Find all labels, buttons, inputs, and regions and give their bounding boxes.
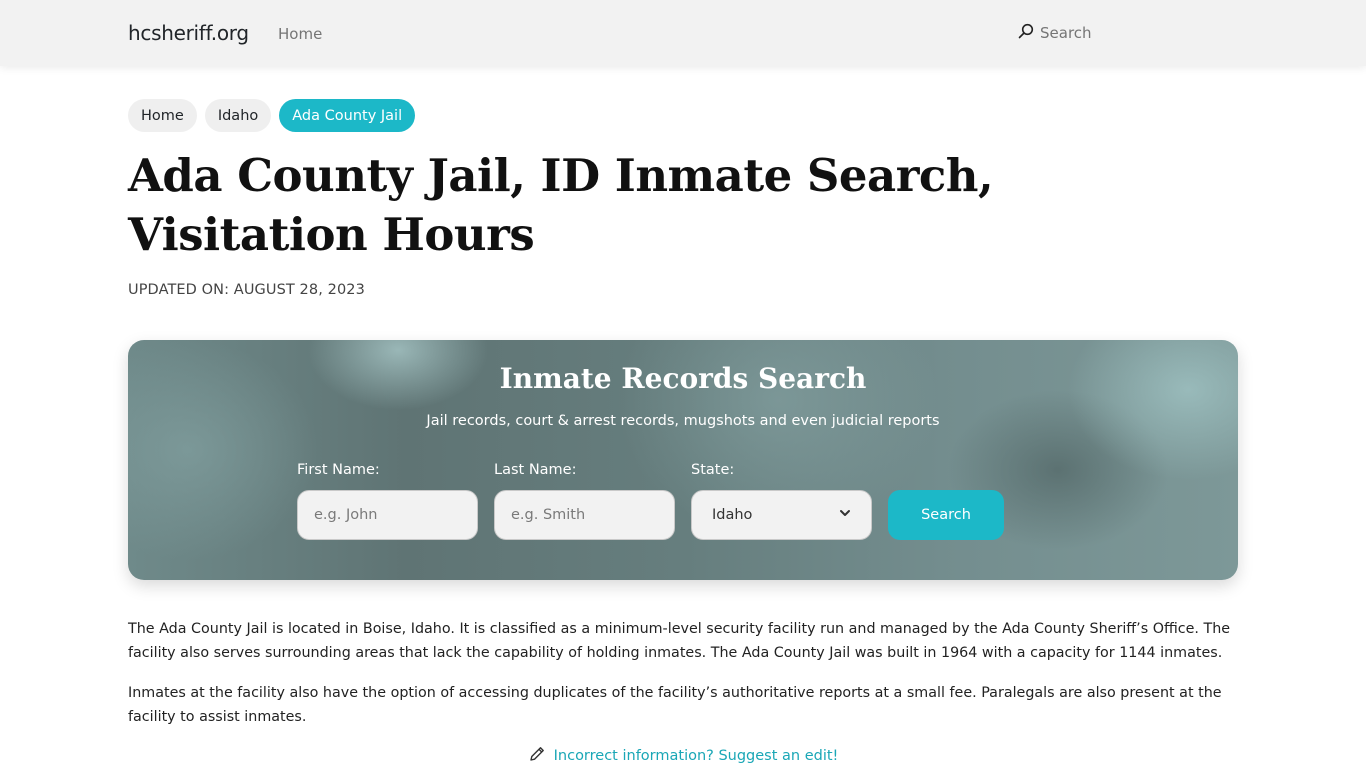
search-icon bbox=[1018, 23, 1034, 43]
page-title: Ada County Jail, ID Inmate Search, Visit… bbox=[128, 149, 994, 261]
state-select-value: Idaho bbox=[712, 507, 753, 523]
pencil-icon bbox=[528, 745, 546, 767]
nav-search-button[interactable]: Search bbox=[1018, 23, 1092, 43]
inmate-search-card: Inmate Records Search Jail records, cour… bbox=[128, 340, 1238, 580]
nav-search-label: Search bbox=[1040, 24, 1092, 42]
search-card-title: Inmate Records Search bbox=[499, 362, 867, 395]
suggest-edit: Incorrect information? Suggest an edit! bbox=[0, 745, 1366, 767]
breadcrumb-ada-county-jail[interactable]: Ada County Jail bbox=[279, 99, 416, 132]
search-card-subtitle: Jail records, court & arrest records, mu… bbox=[426, 413, 940, 429]
state-label: State: bbox=[691, 462, 735, 478]
suggest-edit-link[interactable]: Incorrect information? Suggest an edit! bbox=[554, 748, 839, 764]
content-paragraph: Inmates at the facility also have the op… bbox=[128, 685, 1222, 725]
last-name-label: Last Name: bbox=[494, 462, 577, 478]
search-submit-button[interactable]: Search bbox=[888, 490, 1004, 540]
first-name-input[interactable] bbox=[297, 490, 478, 540]
top-navbar: hcsheriff.org Home Search bbox=[0, 0, 1366, 66]
state-select[interactable]: Idaho bbox=[691, 490, 872, 540]
brand-logo-link[interactable]: hcsheriff.org bbox=[128, 21, 249, 45]
chevron-down-icon bbox=[839, 507, 851, 523]
breadcrumb: Home Idaho Ada County Jail bbox=[128, 99, 416, 132]
breadcrumb-home[interactable]: Home bbox=[128, 99, 197, 132]
last-name-input[interactable] bbox=[494, 490, 675, 540]
breadcrumb-idaho[interactable]: Idaho bbox=[204, 99, 272, 132]
content-paragraph: The Ada County Jail is located in Boise,… bbox=[128, 621, 1231, 661]
first-name-label: First Name: bbox=[297, 462, 380, 478]
nav-link-home[interactable]: Home bbox=[278, 25, 322, 43]
updated-date: UPDATED ON: AUGUST 28, 2023 bbox=[128, 282, 365, 298]
